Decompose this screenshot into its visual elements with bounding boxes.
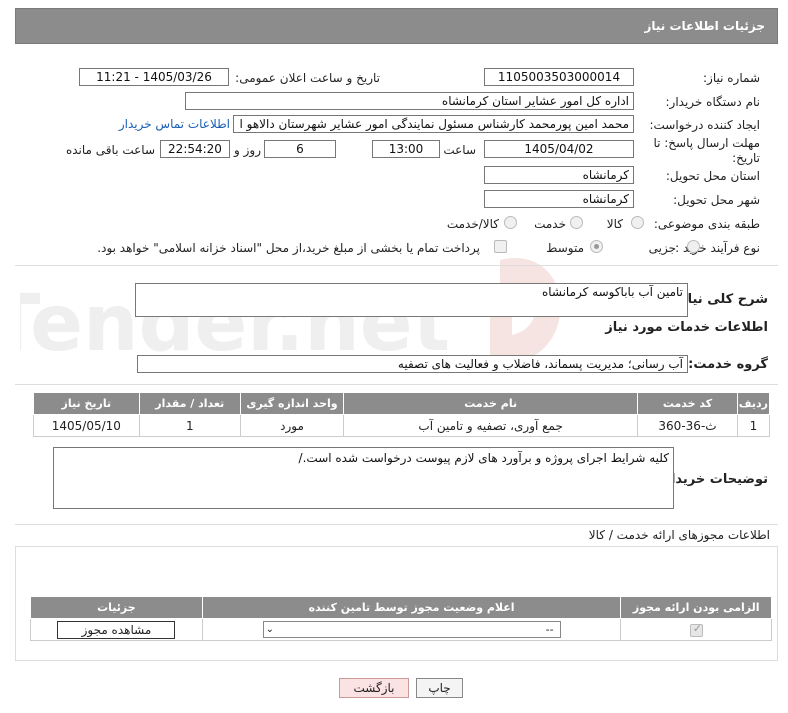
print-button[interactable]: چاپ (416, 678, 463, 698)
city-label: شهر محل تحویل: (673, 193, 760, 207)
city-field: کرمانشاه (484, 190, 634, 208)
cell-service-name: جمع آوری، تصفیه و تامین آب (343, 414, 639, 437)
treasury-payment-checkbox[interactable] (494, 240, 507, 253)
buyer-notes-field: کلیه شرایط اجرای پروژه و برآورد های لازم… (53, 447, 674, 509)
services-table: ردیف کد خدمت نام خدمت واحد اندازه گیری ت… (33, 392, 771, 437)
cell-permit-required: ✓ (620, 618, 772, 641)
deadline-time-label: ساعت (443, 143, 476, 157)
check-icon: ✓ (692, 621, 702, 635)
cell-quantity: 1 (138, 414, 241, 437)
category-service-radio[interactable] (570, 216, 583, 229)
services-info-title: اطلاعات خدمات مورد نیاز (605, 320, 768, 335)
cell-unit: مورد (239, 414, 345, 437)
col-need-date: تاریخ نیاز (33, 392, 140, 415)
category-goods-service-radio[interactable] (504, 216, 517, 229)
page-header: جزئیات اطلاعات نیاز (15, 8, 778, 44)
permits-table: الزامی بودن ارائه مجوز اعلام وضعیت مجوز … (30, 596, 772, 641)
cell-permit-details: مشاهده مجوز (30, 618, 203, 641)
buyer-notes-label: توضیحات خریدار: (658, 472, 768, 487)
service-group-field: آب رسانی؛ مدیریت پسماند، فاضلاب و فعالیت… (137, 355, 688, 373)
table-row: 1 ث-36-360 جمع آوری، تصفیه و تامین آب مو… (33, 414, 771, 437)
permit-required-checkbox: ✓ (689, 621, 703, 637)
col-row: ردیف (736, 392, 771, 415)
category-goods-service-label: کالا/خدمت (446, 217, 499, 231)
deadline-label: مهلت ارسال پاسخ: تا تاریخ: (653, 136, 760, 165)
col-quantity: تعداد / مقدار (138, 392, 241, 415)
province-label: استان محل تحویل: (665, 169, 760, 183)
province-field: کرمانشاه (484, 166, 634, 184)
buyer-org-label: نام دستگاه خریدار: (665, 95, 761, 109)
category-goods-label: کالا (606, 217, 623, 231)
cell-need-date: 1405/05/10 (33, 414, 140, 437)
process-minor-label: جزیی (648, 241, 676, 255)
col-unit: واحد اندازه گیری (239, 392, 345, 415)
deadline-date-field: 1405/04/02 (484, 140, 634, 158)
buyer-contact-link[interactable]: اطلاعات تماس خریدار (119, 117, 230, 131)
remaining-time-field: 22:54:20 (160, 140, 230, 158)
creator-label: ایجاد کننده درخواست: (649, 118, 760, 132)
col-permit-status: اعلام وضعیت مجوز توسط تامین کننده (201, 596, 622, 619)
permit-status-value: -- (545, 623, 554, 636)
cell-permit-status: ⌄ -- (201, 618, 622, 641)
col-service-name: نام خدمت (343, 392, 639, 415)
chevron-down-icon: ⌄ (265, 624, 275, 635)
process-medium-label: متوسط (546, 241, 584, 255)
days-label: روز و (234, 143, 261, 157)
creator-field: محمد امین پورمحمد کارشناس مسئول نمایندگی… (233, 115, 634, 133)
need-number-field: 1105003503000014 (484, 68, 634, 86)
process-medium-radio[interactable] (590, 240, 603, 253)
col-permit-required: الزامی بودن ارائه مجوز (620, 596, 772, 619)
cell-row: 1 (736, 414, 771, 437)
table-row: ✓ ⌄ -- مشاهده مجوز (30, 618, 772, 641)
category-service-label: خدمت (534, 217, 566, 231)
page-title: جزئیات اطلاعات نیاز (644, 19, 765, 33)
back-button[interactable]: بازگشت (339, 678, 409, 698)
deadline-time-field: 13:00 (372, 140, 440, 158)
category-goods-radio[interactable] (631, 216, 644, 229)
days-field: 6 (264, 140, 336, 158)
category-label: طبقه بندی موضوعی: (653, 217, 760, 231)
need-number-label: شماره نیاز: (703, 71, 760, 85)
remaining-label: ساعت باقی مانده (65, 143, 155, 157)
permits-title: اطلاعات مجوزهای ارائه خدمت / کالا (588, 528, 770, 542)
process-minor-radio[interactable] (687, 240, 700, 253)
service-group-label: گروه خدمت: (688, 357, 768, 372)
summary-label: شرح کلی نیاز: (674, 292, 768, 307)
announce-field: 1405/03/26 - 11:21 (79, 68, 229, 86)
permit-status-select[interactable]: ⌄ -- (262, 621, 561, 638)
announce-label: تاریخ و ساعت اعلان عمومی: (235, 71, 380, 85)
cell-service-code: ث-36-360 (637, 414, 738, 437)
view-permit-button[interactable]: مشاهده مجوز (57, 620, 176, 639)
col-permit-details: جزئیات (30, 596, 203, 619)
buyer-org-field: اداره کل امور عشایر استان کرمانشاه (185, 92, 634, 110)
treasury-payment-note: پرداخت تمام یا بخشی از مبلغ خرید،از محل … (97, 241, 480, 255)
summary-field: تامین آب باباکوسه کرمانشاه (135, 283, 688, 317)
col-service-code: کد خدمت (637, 392, 738, 415)
